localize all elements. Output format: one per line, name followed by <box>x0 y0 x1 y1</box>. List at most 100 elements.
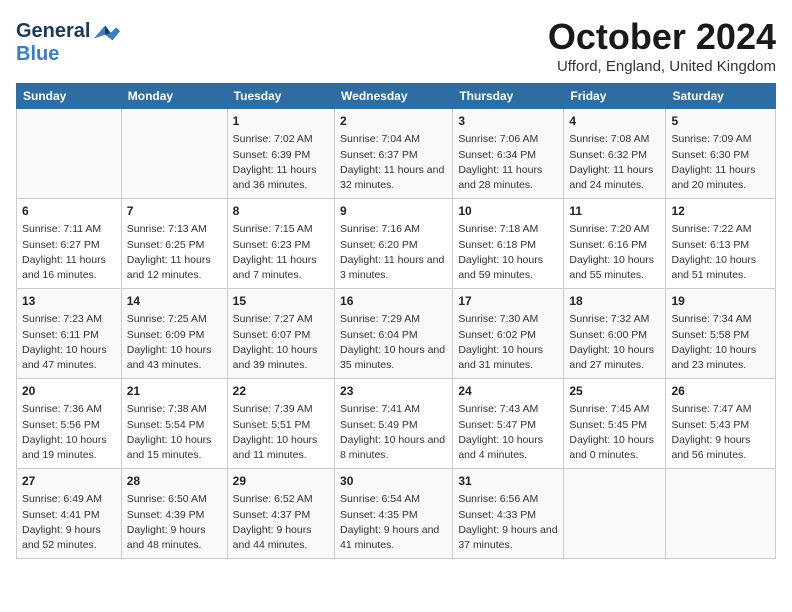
calendar-cell: 17Sunrise: 7:30 AMSunset: 6:02 PMDayligh… <box>453 289 564 379</box>
day-info-text: Sunrise: 7:38 AM <box>127 402 222 417</box>
day-info-text: Daylight: 11 hours and 12 minutes. <box>127 253 222 283</box>
weekday-header: Wednesday <box>335 84 453 109</box>
day-number: 2 <box>340 113 447 130</box>
day-info-text: Daylight: 10 hours and 15 minutes. <box>127 433 222 463</box>
calendar-cell: 31Sunrise: 6:56 AMSunset: 4:33 PMDayligh… <box>453 469 564 559</box>
day-info-text: Sunset: 6:00 PM <box>569 328 660 343</box>
calendar-cell: 5Sunrise: 7:09 AMSunset: 6:30 PMDaylight… <box>666 109 776 199</box>
day-info-text: Daylight: 10 hours and 0 minutes. <box>569 433 660 463</box>
day-number: 4 <box>569 113 660 130</box>
calendar-cell <box>564 469 666 559</box>
day-info-text: Daylight: 10 hours and 8 minutes. <box>340 433 447 463</box>
weekday-header: Tuesday <box>227 84 334 109</box>
day-number: 9 <box>340 203 447 220</box>
day-info-text: Sunset: 6:02 PM <box>458 328 558 343</box>
day-info-text: Sunrise: 7:34 AM <box>671 312 770 327</box>
calendar-cell: 7Sunrise: 7:13 AMSunset: 6:25 PMDaylight… <box>121 199 227 289</box>
day-info-text: Daylight: 9 hours and 37 minutes. <box>458 523 558 553</box>
day-number: 16 <box>340 293 447 310</box>
logo-blue: Blue <box>16 43 120 66</box>
day-info-text: Sunrise: 7:13 AM <box>127 222 222 237</box>
day-info-text: Sunrise: 7:47 AM <box>671 402 770 417</box>
day-info-text: Daylight: 10 hours and 51 minutes. <box>671 253 770 283</box>
day-number: 17 <box>458 293 558 310</box>
day-info-text: Sunrise: 7:27 AM <box>233 312 329 327</box>
calendar-cell: 22Sunrise: 7:39 AMSunset: 5:51 PMDayligh… <box>227 379 334 469</box>
day-number: 1 <box>233 113 329 130</box>
day-info-text: Sunrise: 7:30 AM <box>458 312 558 327</box>
day-info-text: Sunset: 6:37 PM <box>340 148 447 163</box>
day-info-text: Sunset: 5:51 PM <box>233 418 329 433</box>
calendar-cell: 9Sunrise: 7:16 AMSunset: 6:20 PMDaylight… <box>335 199 453 289</box>
day-info-text: Sunset: 6:11 PM <box>22 328 116 343</box>
day-info-text: Daylight: 9 hours and 48 minutes. <box>127 523 222 553</box>
day-number: 15 <box>233 293 329 310</box>
day-info-text: Daylight: 11 hours and 36 minutes. <box>233 163 329 193</box>
day-info-text: Daylight: 11 hours and 3 minutes. <box>340 253 447 283</box>
calendar-week-row: 27Sunrise: 6:49 AMSunset: 4:41 PMDayligh… <box>17 469 776 559</box>
day-number: 25 <box>569 383 660 400</box>
day-info-text: Daylight: 10 hours and 59 minutes. <box>458 253 558 283</box>
calendar-week-row: 20Sunrise: 7:36 AMSunset: 5:56 PMDayligh… <box>17 379 776 469</box>
day-info-text: Sunset: 6:04 PM <box>340 328 447 343</box>
day-info-text: Sunset: 6:13 PM <box>671 238 770 253</box>
calendar-week-row: 1Sunrise: 7:02 AMSunset: 6:39 PMDaylight… <box>17 109 776 199</box>
day-number: 8 <box>233 203 329 220</box>
day-number: 6 <box>22 203 116 220</box>
day-number: 30 <box>340 473 447 490</box>
day-info-text: Sunset: 6:23 PM <box>233 238 329 253</box>
day-info-text: Daylight: 11 hours and 7 minutes. <box>233 253 329 283</box>
day-info-text: Sunrise: 7:20 AM <box>569 222 660 237</box>
calendar-cell: 12Sunrise: 7:22 AMSunset: 6:13 PMDayligh… <box>666 199 776 289</box>
day-number: 20 <box>22 383 116 400</box>
calendar-cell: 20Sunrise: 7:36 AMSunset: 5:56 PMDayligh… <box>17 379 122 469</box>
title-area: October 2024 Ufford, England, United Kin… <box>548 16 776 75</box>
location-label: Ufford, England, United Kingdom <box>548 58 776 75</box>
day-info-text: Sunrise: 7:09 AM <box>671 132 770 147</box>
day-number: 14 <box>127 293 222 310</box>
calendar-cell: 21Sunrise: 7:38 AMSunset: 5:54 PMDayligh… <box>121 379 227 469</box>
day-info-text: Daylight: 10 hours and 4 minutes. <box>458 433 558 463</box>
day-info-text: Sunrise: 7:29 AM <box>340 312 447 327</box>
day-info-text: Sunset: 6:32 PM <box>569 148 660 163</box>
day-number: 28 <box>127 473 222 490</box>
calendar-cell: 25Sunrise: 7:45 AMSunset: 5:45 PMDayligh… <box>564 379 666 469</box>
day-info-text: Daylight: 11 hours and 20 minutes. <box>671 163 770 193</box>
calendar-cell: 27Sunrise: 6:49 AMSunset: 4:41 PMDayligh… <box>17 469 122 559</box>
day-info-text: Sunset: 5:47 PM <box>458 418 558 433</box>
calendar-cell <box>121 109 227 199</box>
day-info-text: Sunrise: 7:25 AM <box>127 312 222 327</box>
day-info-text: Sunrise: 6:50 AM <box>127 492 222 507</box>
calendar-cell: 26Sunrise: 7:47 AMSunset: 5:43 PMDayligh… <box>666 379 776 469</box>
day-info-text: Sunrise: 7:39 AM <box>233 402 329 417</box>
weekday-header: Thursday <box>453 84 564 109</box>
day-info-text: Sunset: 6:27 PM <box>22 238 116 253</box>
calendar-cell: 28Sunrise: 6:50 AMSunset: 4:39 PMDayligh… <box>121 469 227 559</box>
calendar-cell: 23Sunrise: 7:41 AMSunset: 5:49 PMDayligh… <box>335 379 453 469</box>
day-info-text: Daylight: 10 hours and 27 minutes. <box>569 343 660 373</box>
day-info-text: Sunrise: 6:49 AM <box>22 492 116 507</box>
day-info-text: Sunset: 5:49 PM <box>340 418 447 433</box>
calendar-week-row: 13Sunrise: 7:23 AMSunset: 6:11 PMDayligh… <box>17 289 776 379</box>
day-info-text: Sunset: 5:54 PM <box>127 418 222 433</box>
day-info-text: Sunset: 4:41 PM <box>22 508 116 523</box>
day-info-text: Sunset: 4:33 PM <box>458 508 558 523</box>
calendar-cell: 24Sunrise: 7:43 AMSunset: 5:47 PMDayligh… <box>453 379 564 469</box>
day-info-text: Sunset: 6:09 PM <box>127 328 222 343</box>
day-info-text: Sunrise: 7:06 AM <box>458 132 558 147</box>
day-number: 31 <box>458 473 558 490</box>
day-info-text: Sunrise: 7:04 AM <box>340 132 447 147</box>
day-info-text: Sunrise: 7:02 AM <box>233 132 329 147</box>
day-info-text: Sunrise: 7:45 AM <box>569 402 660 417</box>
day-info-text: Daylight: 11 hours and 28 minutes. <box>458 163 558 193</box>
calendar-cell: 14Sunrise: 7:25 AMSunset: 6:09 PMDayligh… <box>121 289 227 379</box>
calendar-cell: 18Sunrise: 7:32 AMSunset: 6:00 PMDayligh… <box>564 289 666 379</box>
day-info-text: Sunrise: 7:22 AM <box>671 222 770 237</box>
calendar-cell: 15Sunrise: 7:27 AMSunset: 6:07 PMDayligh… <box>227 289 334 379</box>
day-info-text: Sunset: 5:43 PM <box>671 418 770 433</box>
logo: General Blue <box>16 20 120 66</box>
day-info-text: Sunset: 6:07 PM <box>233 328 329 343</box>
logo-general: General <box>16 20 90 43</box>
day-info-text: Sunset: 6:16 PM <box>569 238 660 253</box>
calendar-cell: 16Sunrise: 7:29 AMSunset: 6:04 PMDayligh… <box>335 289 453 379</box>
